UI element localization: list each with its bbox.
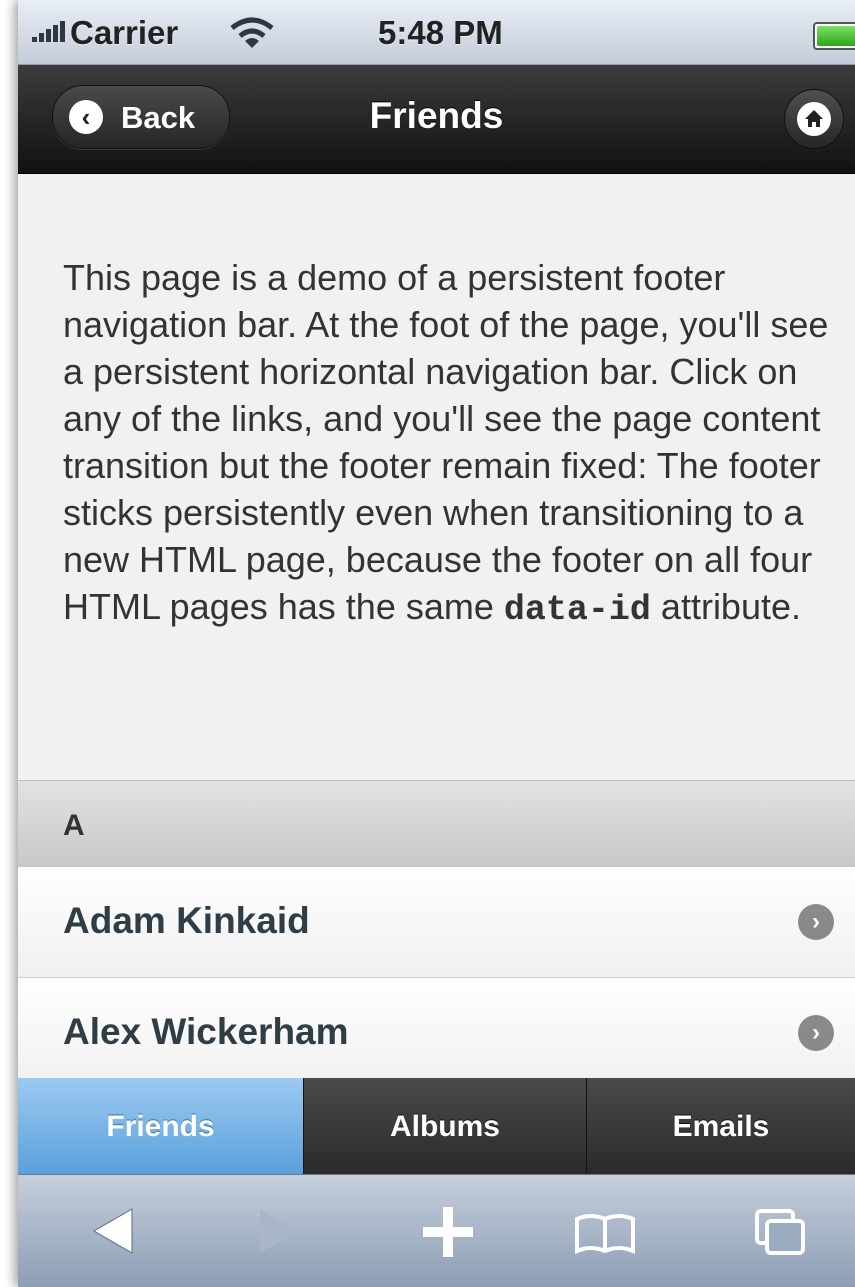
add-icon[interactable] <box>421 1205 475 1259</box>
list-item-name: Alex Wickerham <box>63 1011 349 1052</box>
header-bar: ‹ Back Friends <box>18 65 855 174</box>
forward-arrow-icon[interactable] <box>254 1205 304 1257</box>
list-divider-label: A <box>63 809 85 842</box>
tab-emails[interactable]: Emails <box>587 1078 855 1174</box>
carrier-name: Carrier <box>70 14 179 51</box>
home-button[interactable] <box>784 89 844 149</box>
tab-label: Albums <box>389 1110 500 1143</box>
chevron-right-icon: › <box>798 1015 834 1051</box>
phone-screen: Carrier 5:48 PM ‹ Back Friends This page… <box>18 0 855 1287</box>
list-item-name: Adam Kinkaid <box>63 900 310 941</box>
tab-albums[interactable]: Albums <box>304 1078 587 1174</box>
page-title: Friends <box>369 95 504 136</box>
chevron-right-icon: › <box>798 904 834 940</box>
back-arrow-icon[interactable] <box>88 1205 138 1257</box>
intro-text: This page is a demo of a persistent foot… <box>63 257 829 627</box>
browser-toolbar <box>18 1174 855 1287</box>
list-item[interactable]: Alex Wickerham › <box>18 978 855 1089</box>
battery-icon <box>813 22 855 50</box>
tab-label: Friends <box>106 1110 215 1143</box>
intro-paragraph: This page is a demo of a persistent foot… <box>63 254 853 634</box>
intro-code: data-id <box>503 590 651 630</box>
wifi-icon <box>230 17 274 48</box>
pages-icon[interactable] <box>753 1207 807 1257</box>
status-time: 5:48 PM <box>378 14 503 51</box>
list-item[interactable]: Adam Kinkaid › <box>18 867 855 978</box>
status-bar: Carrier 5:48 PM <box>18 0 855 65</box>
footer-navbar: Friends Albums Emails <box>18 1078 855 1174</box>
list-divider: A <box>18 780 855 868</box>
intro-text-end: attribute. <box>650 586 802 627</box>
home-icon <box>805 110 823 127</box>
bookmarks-icon[interactable] <box>573 1211 637 1255</box>
tab-label: Emails <box>672 1110 770 1143</box>
tab-friends[interactable]: Friends <box>18 1078 304 1174</box>
page-content: This page is a demo of a persistent foot… <box>18 174 855 780</box>
